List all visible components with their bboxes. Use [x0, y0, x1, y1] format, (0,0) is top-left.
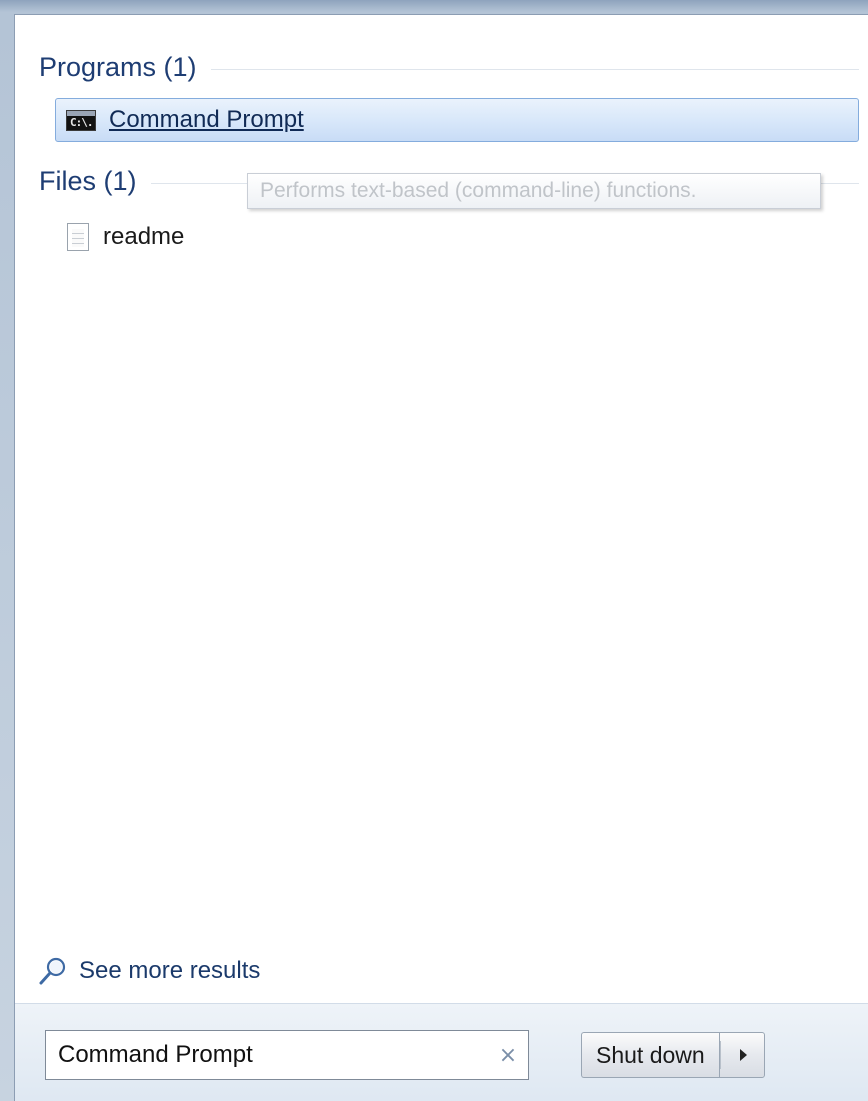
magnifier-icon [39, 957, 66, 985]
search-box[interactable]: × [45, 1030, 529, 1080]
close-icon[interactable]: × [488, 1043, 528, 1068]
see-more-results-label: See more results [79, 957, 261, 984]
result-item-label: Command Prompt [109, 106, 304, 133]
power-options-button[interactable] [718, 1032, 765, 1078]
cmd-icon-text: C:\. [70, 115, 93, 129]
programs-section-header[interactable]: Programs (1) [39, 49, 859, 85]
files-section-title: Files (1) [39, 165, 137, 196]
chevron-right-icon [740, 1049, 748, 1061]
search-input[interactable] [46, 1040, 488, 1070]
power-button-group: Shut down [581, 1032, 765, 1078]
start-menu-frame: Programs (1) C:\. Command Prompt Files (… [0, 0, 868, 1101]
programs-section-title: Programs (1) [39, 51, 197, 82]
search-results-panel: Programs (1) C:\. Command Prompt Files (… [14, 14, 868, 1101]
bottom-bar: × Shut down [15, 1003, 868, 1101]
result-item-label: readme [103, 223, 185, 250]
tooltip: Performs text-based (command-line) funct… [247, 173, 821, 209]
text-file-icon [67, 223, 89, 251]
cmd-console-icon: C:\. [66, 109, 96, 131]
section-divider [210, 68, 859, 70]
shut-down-button[interactable]: Shut down [581, 1032, 719, 1078]
result-item-command-prompt[interactable]: C:\. Command Prompt [55, 98, 859, 142]
see-more-results-link[interactable]: See more results [37, 953, 260, 989]
result-item-readme[interactable]: readme [67, 217, 184, 257]
